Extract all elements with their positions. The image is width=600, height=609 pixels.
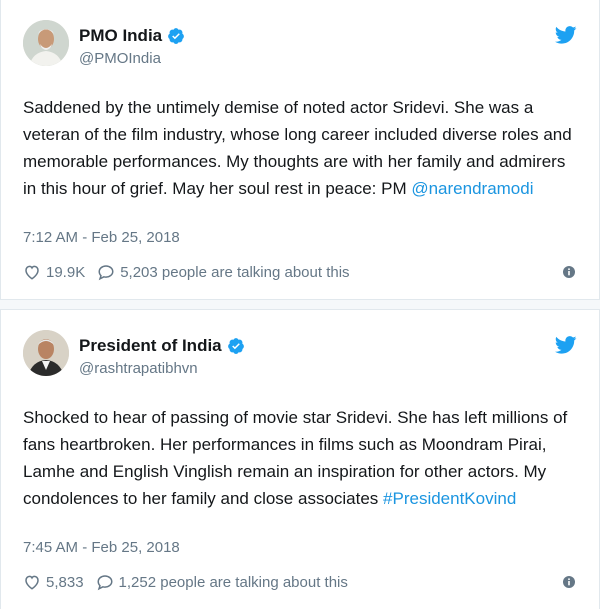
- verified-badge-icon: [227, 338, 244, 354]
- action-bar: 19.9K 5,203 people are talking about thi…: [23, 262, 350, 282]
- avatar[interactable]: [23, 20, 69, 66]
- handle[interactable]: @rashtrapatibhvn: [79, 360, 198, 377]
- timestamp[interactable]: 7:12 AM - Feb 25, 2018: [23, 229, 180, 246]
- verified-badge-icon: [168, 28, 184, 44]
- display-name[interactable]: PMO India: [79, 26, 162, 46]
- reply-bubble-icon: [98, 265, 114, 281]
- talking-link[interactable]: 1,252 people are talking about this: [96, 573, 348, 591]
- tweet-card-president[interactable]: President of India @rashtrapatibhvn Shoc…: [0, 309, 600, 609]
- like-button[interactable]: 19.9K: [23, 263, 85, 281]
- mention-link[interactable]: @narendramodi: [411, 179, 533, 198]
- hashtag-link[interactable]: #PresidentKovind: [383, 489, 516, 508]
- avatar[interactable]: [23, 330, 69, 376]
- info-icon[interactable]: [563, 266, 575, 278]
- avatar-portrait-icon: [23, 330, 69, 376]
- tweet-text: Saddened by the untimely demise of noted…: [23, 94, 583, 202]
- tweet-card-pmo[interactable]: PMO India @PMOIndia Saddened by the unti…: [0, 0, 600, 300]
- twitter-bird-icon[interactable]: [555, 26, 577, 44]
- tweet-text: Shocked to hear of passing of movie star…: [23, 404, 583, 512]
- like-count: 5,833: [46, 573, 84, 591]
- heart-icon: [25, 265, 39, 280]
- twitter-bird-icon[interactable]: [555, 336, 577, 354]
- heart-icon: [25, 575, 39, 590]
- reply-bubble-icon: [97, 575, 113, 591]
- talking-count: 1,252 people are talking about this: [118, 573, 348, 591]
- display-name[interactable]: President of India: [79, 336, 222, 356]
- timestamp[interactable]: 7:45 AM - Feb 25, 2018: [23, 539, 180, 556]
- like-button[interactable]: 5,833: [23, 573, 84, 591]
- avatar-portrait-icon: [23, 20, 69, 66]
- talking-count: 5,203 people are talking about this: [120, 263, 350, 281]
- like-count: 19.9K: [46, 263, 86, 281]
- info-icon[interactable]: [563, 576, 575, 588]
- tweet-separator: [0, 300, 600, 309]
- handle[interactable]: @PMOIndia: [79, 50, 161, 67]
- action-bar: 5,833 1,252 people are talking about thi…: [23, 572, 348, 592]
- talking-link[interactable]: 5,203 people are talking about this: [97, 263, 350, 281]
